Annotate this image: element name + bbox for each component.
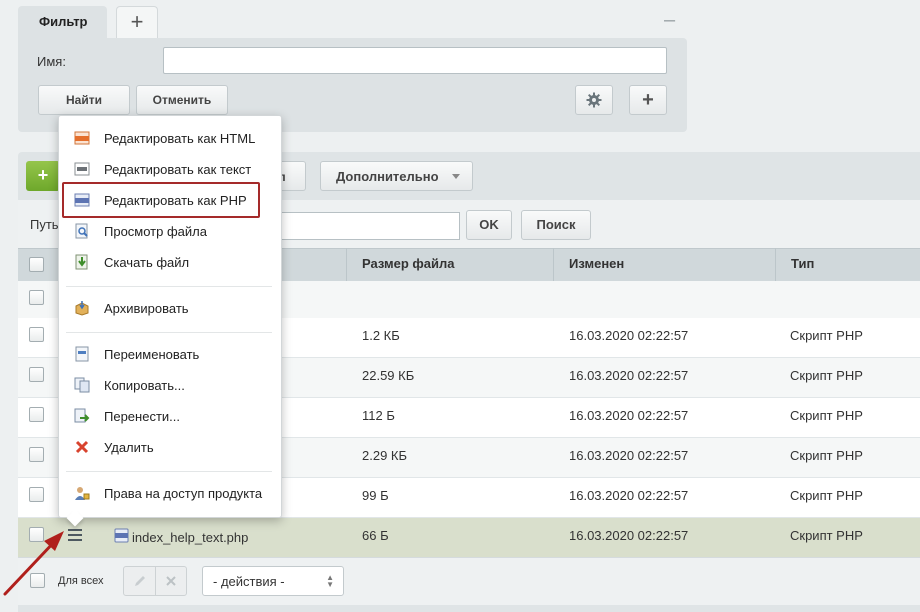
- more-button-label: Дополнительно: [336, 169, 439, 184]
- group-action-buttons: [123, 566, 187, 596]
- name-label: Имя:: [37, 54, 66, 69]
- file-type: Скрипт PHP: [790, 408, 863, 423]
- select-arrows-icon: ▲ ▼: [326, 573, 334, 589]
- file-modified: 16.03.2020 02:22:57: [569, 488, 689, 503]
- file-size: 112 Б: [362, 408, 395, 423]
- search-button[interactable]: Поиск: [521, 210, 591, 240]
- for-all-label: Для всех: [58, 575, 104, 587]
- add-filter-field-button[interactable]: +: [629, 85, 667, 115]
- filter-tab[interactable]: Фильтр: [18, 6, 107, 38]
- menu-item-move[interactable]: Перенести...: [58, 402, 282, 430]
- menu-item-copy[interactable]: Копировать...: [58, 371, 282, 399]
- file-type: Скрипт PHP: [790, 528, 863, 543]
- file-modified: 16.03.2020 02:22:57: [569, 408, 689, 423]
- column-header-size[interactable]: Размер файла: [346, 248, 553, 281]
- find-button[interactable]: Найти: [38, 85, 130, 115]
- menu-item-download[interactable]: Скачать файл: [58, 248, 282, 276]
- name-input[interactable]: [163, 47, 667, 74]
- actions-select-value: - действия -: [213, 574, 285, 589]
- delete-icon: [75, 440, 89, 454]
- move-icon: [74, 408, 90, 423]
- more-button[interactable]: Дополнительно: [320, 161, 473, 191]
- file-modified: 16.03.2020 02:22:57: [569, 328, 689, 343]
- row-checkbox[interactable]: [29, 290, 44, 305]
- column-header-modified[interactable]: Изменен: [553, 248, 775, 281]
- actions-select[interactable]: - действия - ▲ ▼: [202, 566, 344, 596]
- add-button[interactable]: +: [26, 161, 60, 191]
- file-type: Скрипт PHP: [790, 368, 863, 383]
- menu-item-label: Скачать файл: [104, 255, 190, 270]
- minimize-filter-icon[interactable]: –: [664, 10, 675, 30]
- edit-text-icon: [74, 162, 90, 176]
- menu-item-view-file[interactable]: Просмотр файла: [58, 217, 282, 245]
- menu-item-access-rights[interactable]: Права на доступ продукта: [58, 479, 282, 507]
- file-type: Скрипт PHP: [790, 448, 863, 463]
- archive-icon: [75, 301, 89, 316]
- menu-divider: [66, 286, 272, 287]
- menu-item-label: Редактировать как текст: [104, 162, 252, 177]
- edit-html-icon: [74, 131, 90, 145]
- menu-item-label: Архивировать: [104, 301, 189, 316]
- row-checkbox[interactable]: [29, 367, 44, 382]
- menu-item-label: Переименовать: [104, 347, 200, 362]
- file-modified: 16.03.2020 02:22:57: [569, 528, 689, 543]
- menu-item-archive[interactable]: Архивировать: [58, 294, 282, 322]
- path-label: Путь: [30, 217, 59, 232]
- add-filter-tab-button[interactable]: +: [116, 6, 158, 38]
- menu-item-label: Права на доступ продукта: [104, 486, 263, 501]
- file-size: 22.59 КБ: [362, 368, 415, 383]
- php-file-icon: [114, 528, 129, 543]
- path-input[interactable]: [270, 212, 460, 240]
- select-all-checkbox[interactable]: [29, 257, 44, 272]
- file-size: 66 Б: [362, 528, 389, 543]
- file-modified: 16.03.2020 02:22:57: [569, 448, 689, 463]
- menu-item-label: Удалить: [104, 440, 154, 455]
- row-checkbox[interactable]: [29, 487, 44, 502]
- for-all-checkbox[interactable]: [30, 573, 45, 588]
- row-checkbox[interactable]: [29, 327, 44, 342]
- filter-settings-button[interactable]: [575, 85, 613, 115]
- rename-icon: [75, 346, 89, 362]
- highlight-box: [62, 182, 260, 218]
- menu-divider: [66, 471, 272, 472]
- file-modified: 16.03.2020 02:22:57: [569, 368, 689, 383]
- menu-item-label: Перенести...: [104, 409, 180, 424]
- menu-item-label: Копировать...: [104, 378, 185, 393]
- access-rights-icon: [75, 487, 90, 500]
- row-checkbox[interactable]: [29, 407, 44, 422]
- file-type: Скрипт PHP: [790, 328, 863, 343]
- file-size: 99 Б: [362, 488, 389, 503]
- menu-item-rename[interactable]: Переименовать: [58, 340, 282, 368]
- table-row[interactable]: index_help_text.php 66 Б 16.03.2020 02:2…: [18, 518, 920, 558]
- menu-item-label: Просмотр файла: [104, 224, 207, 239]
- file-name[interactable]: index_help_text.php: [132, 530, 248, 545]
- ok-button[interactable]: OK: [466, 210, 512, 240]
- copy-icon: [74, 377, 90, 393]
- file-type: Скрипт PHP: [790, 488, 863, 503]
- gear-icon: [586, 92, 602, 108]
- row-menu-icon[interactable]: [68, 529, 82, 541]
- cancel-button[interactable]: Отменить: [136, 85, 228, 115]
- menu-item-edit-text[interactable]: Редактировать как текст: [58, 155, 282, 183]
- menu-item-label: Редактировать как HTML: [104, 131, 256, 146]
- row-checkbox[interactable]: [29, 527, 44, 542]
- view-file-icon: [75, 223, 88, 239]
- file-size: 2.29 КБ: [362, 448, 408, 463]
- menu-item-delete[interactable]: Удалить: [58, 433, 282, 461]
- chevron-down-icon: [452, 174, 460, 179]
- download-file-icon: [75, 254, 88, 270]
- menu-divider: [66, 332, 272, 333]
- delete-x-icon[interactable]: [165, 575, 177, 587]
- file-size: 1.2 КБ: [362, 328, 400, 343]
- edit-pencil-icon[interactable]: [133, 574, 147, 588]
- menu-item-edit-html[interactable]: Редактировать как HTML: [58, 124, 282, 152]
- column-header-type[interactable]: Тип: [775, 248, 920, 281]
- row-checkbox[interactable]: [29, 447, 44, 462]
